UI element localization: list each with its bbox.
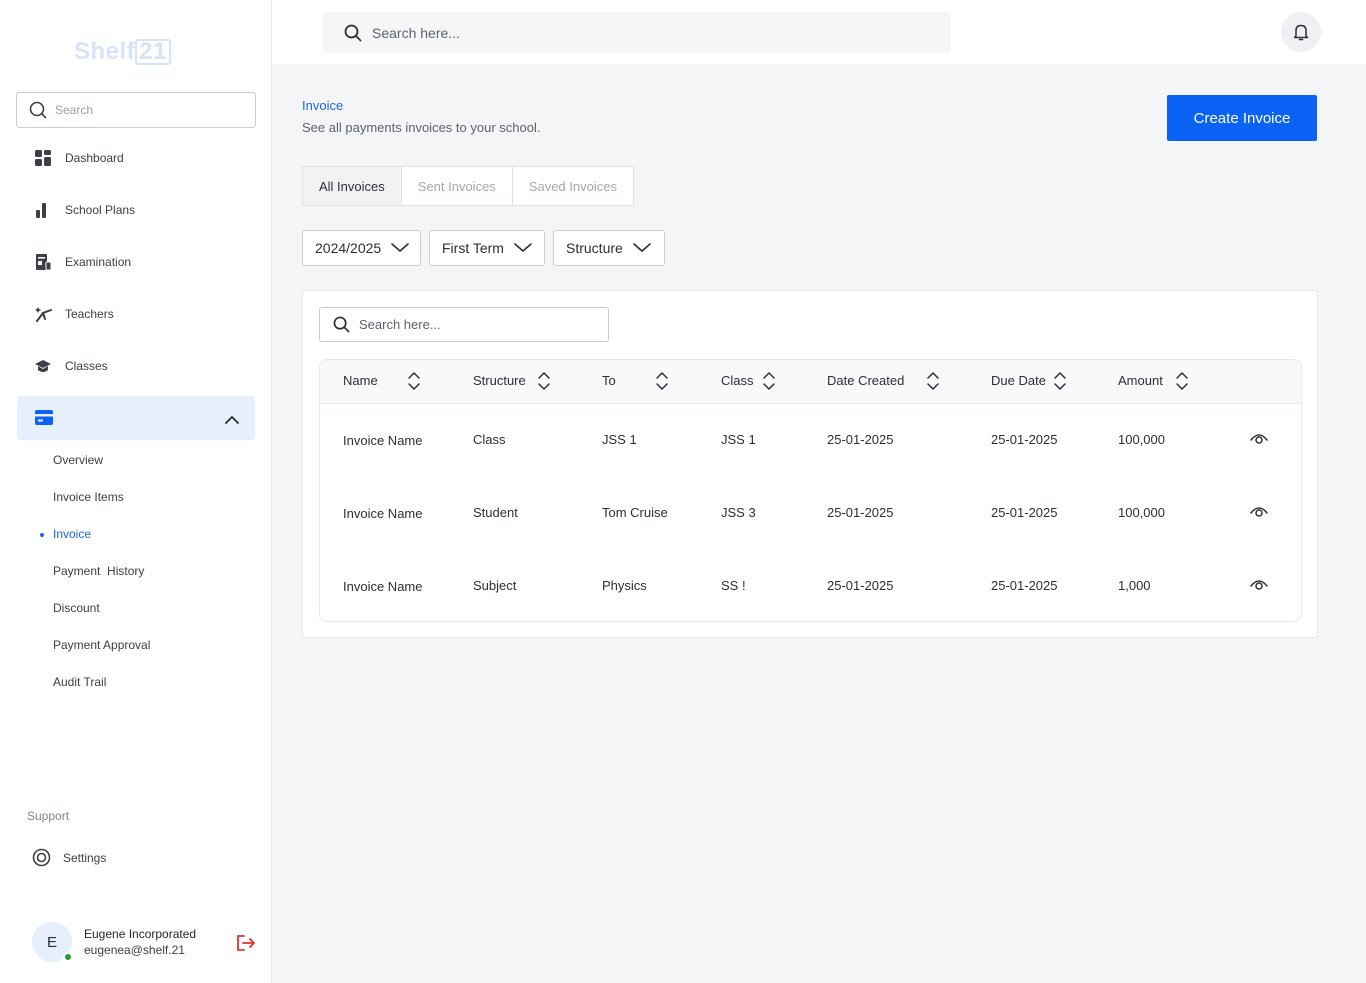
logout-icon[interactable] <box>236 934 256 957</box>
sort-icon[interactable] <box>1054 372 1066 395</box>
sort-icon[interactable] <box>927 372 939 395</box>
exam-icon <box>34 253 52 271</box>
global-search-input[interactable]: Search here... <box>322 12 951 53</box>
tab-all-invoices[interactable]: All Invoices <box>303 167 402 205</box>
sidebar-item-teachers[interactable]: Teachers <box>34 304 114 324</box>
logo: Shelf 21 <box>74 38 171 66</box>
column-header-class[interactable]: Class <box>721 373 754 388</box>
table-header: Name Structure To Class Date Created Due… <box>320 360 1301 404</box>
view-eye-icon[interactable] <box>1250 432 1268 450</box>
invoices-panel: Search here... Name Structure To Class D… <box>302 290 1318 638</box>
sidebar-item-school-plans[interactable]: School Plans <box>34 200 135 220</box>
user-profile[interactable]: E Eugene Incorporated eugenea@shelf.21 <box>32 922 196 962</box>
sidebar-subitem-payment-approval[interactable]: Payment Approval <box>53 638 150 652</box>
invoices-table: Name Structure To Class Date Created Due… <box>319 359 1302 622</box>
user-email: eugenea@shelf.21 <box>84 943 185 957</box>
column-header-structure[interactable]: Structure <box>473 373 526 388</box>
notifications-button[interactable] <box>1281 12 1321 52</box>
top-bar: Search here... <box>272 0 1366 64</box>
tab-saved-invoices[interactable]: Saved Invoices <box>513 167 633 205</box>
session-select[interactable]: 2024/2025 <box>302 230 421 266</box>
sort-icon[interactable] <box>538 372 550 395</box>
structure-select[interactable]: Structure <box>553 230 665 266</box>
grid-icon <box>34 149 52 167</box>
sidebar-search-input[interactable]: Search <box>16 92 256 128</box>
table-row[interactable]: Invoice Name Class JSS 1 JSS 1 25-01-202… <box>320 404 1301 477</box>
active-indicator-dot <box>40 533 44 537</box>
graduation-cap-icon <box>34 357 52 375</box>
chevron-up-icon[interactable] <box>225 412 239 430</box>
sidebar-subitem-overview[interactable]: Overview <box>53 453 103 467</box>
sidebar-item-classes[interactable]: Classes <box>34 356 108 376</box>
chevron-down-icon <box>633 243 651 253</box>
sidebar-item-settings[interactable]: Settings <box>32 848 106 867</box>
tab-sent-invoices[interactable]: Sent Invoices <box>402 167 513 205</box>
sidebar-subitem-invoice-items[interactable]: Invoice Items <box>53 490 124 504</box>
sidebar-item-examination[interactable]: Examination <box>34 252 131 272</box>
bell-icon <box>1293 24 1309 41</box>
teachers-icon <box>34 305 52 323</box>
table-row[interactable]: Invoice Name Student Tom Cruise JSS 3 25… <box>320 477 1301 550</box>
view-eye-icon[interactable] <box>1250 578 1268 596</box>
search-icon <box>29 101 47 119</box>
invoice-tabs: All Invoices Sent Invoices Saved Invoice… <box>302 166 634 206</box>
column-header-amount[interactable]: Amount <box>1118 373 1163 388</box>
chevron-down-icon <box>391 243 409 253</box>
create-invoice-button[interactable]: Create Invoice <box>1167 95 1317 141</box>
settings-icon <box>32 848 51 867</box>
sort-icon[interactable] <box>763 372 775 395</box>
table-row[interactable]: Invoice Name Subject Physics SS ! 25-01-… <box>320 550 1301 621</box>
support-section-label: Support <box>27 809 70 823</box>
page-title: Invoice <box>302 98 344 113</box>
sidebar-subitem-discount[interactable]: Discount <box>53 601 100 615</box>
term-select[interactable]: First Term <box>429 230 545 266</box>
user-name: Eugene Incorporated <box>84 927 197 941</box>
page-subtitle: See all payments invoices to your school… <box>302 120 541 135</box>
sidebar-subitem-invoice[interactable]: Invoice <box>53 527 91 541</box>
sidebar: Shelf 21 Search Dashboard School Plans Ex… <box>0 0 272 983</box>
table-search-input[interactable]: Search here... <box>319 307 609 342</box>
sort-icon[interactable] <box>656 372 668 395</box>
credit-card-icon <box>35 410 53 430</box>
column-header-due-date[interactable]: Due Date <box>991 373 1046 388</box>
search-icon <box>344 24 362 41</box>
sort-icon[interactable] <box>1176 372 1188 395</box>
sidebar-subitem-audit-trail[interactable]: Audit Trail <box>53 675 106 689</box>
view-eye-icon[interactable] <box>1250 505 1268 523</box>
search-icon <box>333 316 350 333</box>
sort-icon[interactable] <box>408 372 420 395</box>
column-header-to[interactable]: To <box>602 373 616 388</box>
sidebar-item-payments[interactable] <box>17 396 255 440</box>
sidebar-subitem-payment-history[interactable]: Payment History <box>53 564 144 578</box>
sidebar-item-dashboard[interactable]: Dashboard <box>34 148 124 168</box>
column-header-date-created[interactable]: Date Created <box>827 373 904 388</box>
online-status-dot <box>63 952 73 962</box>
column-header-name[interactable]: Name <box>343 373 378 388</box>
avatar: E <box>32 922 73 962</box>
chevron-down-icon <box>514 243 532 253</box>
bar-chart-icon <box>34 201 52 219</box>
